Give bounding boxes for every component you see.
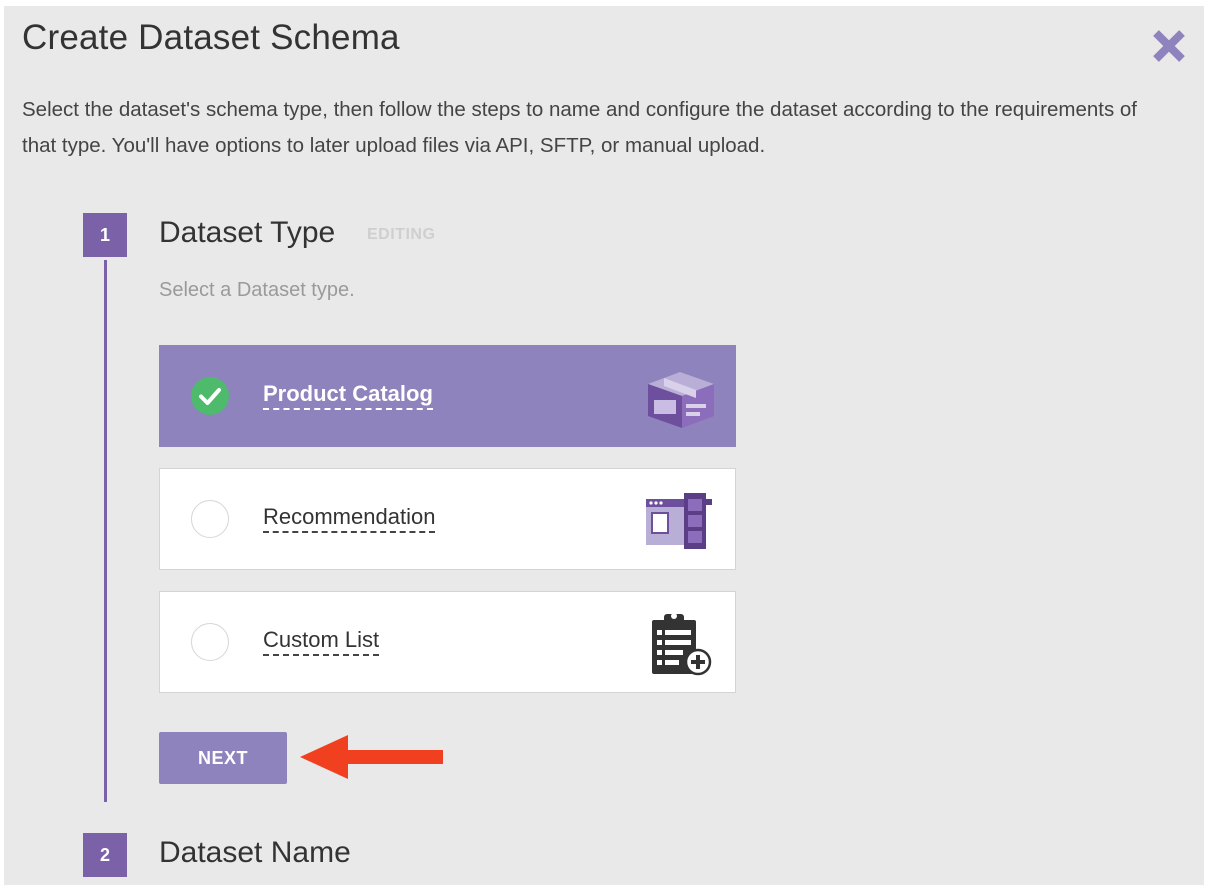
step-title-dataset-type: Dataset Type — [159, 216, 336, 249]
dialog-description: Select the dataset's schema type, then f… — [22, 98, 1137, 157]
step-number-1: 1 — [83, 213, 127, 257]
step-connector-line — [104, 260, 107, 802]
step-subtitle: Select a Dataset type. — [159, 279, 355, 301]
close-icon[interactable] — [1147, 24, 1191, 68]
dialog-title: Create Dataset Schema — [22, 18, 400, 57]
next-button[interactable]: NEXT — [159, 732, 287, 784]
clipboard-add-icon — [644, 610, 716, 676]
step-number-2: 2 — [83, 833, 127, 877]
create-dataset-schema-dialog: Create Dataset Schema Select the dataset… — [4, 6, 1204, 885]
option-label-recommendation: Recommendation — [263, 505, 436, 533]
radio-button — [191, 623, 229, 661]
option-recommendation[interactable]: Recommendation — [159, 468, 736, 570]
option-label-product-catalog: Product Catalog — [263, 382, 433, 410]
option-label-custom-list: Custom List — [263, 628, 380, 656]
step-status-badge: EDITING — [367, 226, 436, 243]
check-circle-icon — [191, 377, 229, 415]
box-icon — [644, 364, 716, 430]
radio-button — [191, 500, 229, 538]
step-title-dataset-name: Dataset Name — [159, 836, 351, 869]
recommendation-panel-icon — [644, 487, 716, 553]
arrow-left-icon — [300, 733, 445, 781]
option-product-catalog[interactable]: Product Catalog — [159, 345, 736, 447]
option-custom-list[interactable]: Custom List — [159, 591, 736, 693]
